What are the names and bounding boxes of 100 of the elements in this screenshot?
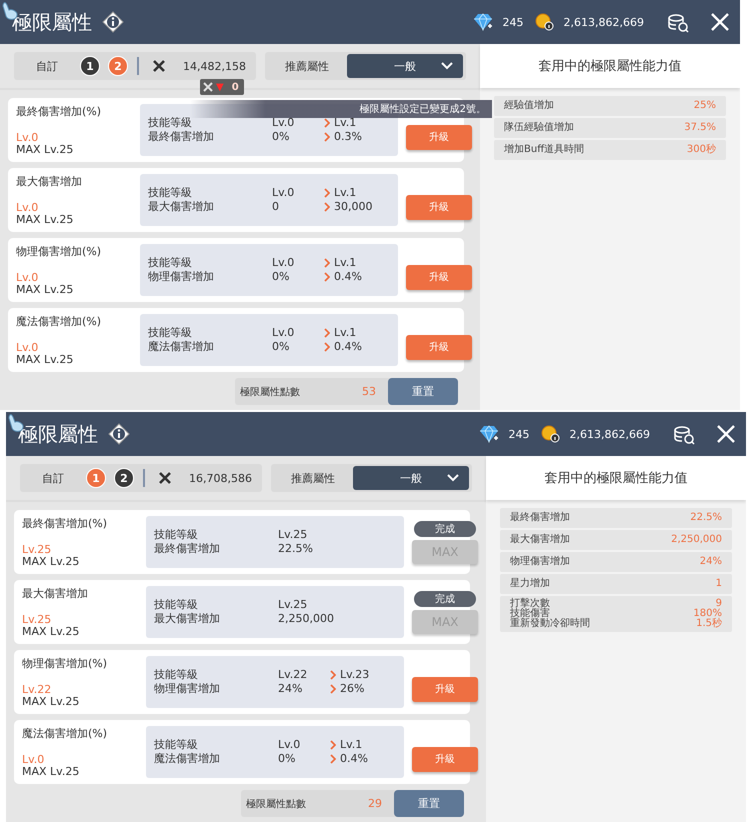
coin-icon <box>534 13 554 31</box>
chevron-down-icon <box>441 62 453 70</box>
gem-count: 245 <box>502 16 524 28</box>
change-arrow: ▼ <box>216 82 224 92</box>
stat-name: 魔法傷害增加(%) <box>22 726 108 741</box>
toast-message: 極限屬性設定已變更成2號。 <box>360 102 486 116</box>
summary-label: 打擊次數 <box>510 599 550 609</box>
upgrade-button[interactable]: 升級 <box>412 676 478 702</box>
summary-value: 9 <box>716 599 722 609</box>
next-value: 0.3% <box>334 130 362 144</box>
next-value: Lv.1 <box>334 116 356 130</box>
cost-value: 14,482,158 <box>183 60 246 72</box>
current-value: 0% <box>272 130 290 144</box>
upgrade-button[interactable]: 升級 <box>406 334 472 360</box>
detail-label: 物理傷害增加 <box>154 682 221 696</box>
current-value: 0% <box>272 270 290 284</box>
stat-max-level: MAX Lv.25 <box>22 766 80 778</box>
next-value: 0.4% <box>340 752 368 766</box>
detail-label: 技能等級 <box>154 528 199 542</box>
stat-max-level: MAX Lv.25 <box>16 284 74 296</box>
coin-icon <box>540 425 560 443</box>
detail-label: 技能等級 <box>154 668 199 682</box>
status-badge: 完成 <box>414 520 476 536</box>
stat-max-level: MAX Lv.25 <box>22 556 80 568</box>
current-value: 0% <box>272 340 290 354</box>
change-value: 0 <box>232 82 239 92</box>
summary-value: 24% <box>700 555 722 569</box>
current-value: Lv.25 <box>278 528 308 542</box>
next-value: Lv.23 <box>340 668 370 682</box>
stat-level: Lv.22 <box>22 684 52 696</box>
summary-value: 300秒 <box>686 143 716 157</box>
summary-label: 技能傷害 <box>510 609 550 619</box>
stat-max-level: MAX Lv.25 <box>16 354 74 366</box>
reset-button[interactable]: 重置 <box>388 378 458 405</box>
summary-value: 180% <box>693 609 722 619</box>
summary-label: 星力增加 <box>510 577 550 591</box>
diamond-icon <box>478 425 499 443</box>
stat-level: Lv.0 <box>16 342 40 354</box>
info-icon <box>108 423 130 445</box>
current-value: Lv.0 <box>272 326 296 340</box>
summary-value: 2,250,000 <box>671 533 722 547</box>
detail-label: 技能等級 <box>148 186 193 200</box>
upgrade-button[interactable]: 升級 <box>406 124 472 150</box>
summary-value: 37.5% <box>684 121 716 135</box>
recommend-label: 推薦屬性 <box>291 470 335 486</box>
recommend-dropdown[interactable]: 一般 <box>353 466 469 490</box>
detail-label: 技能等級 <box>154 598 199 612</box>
summary-value: 25% <box>694 99 716 113</box>
current-value: Lv.0 <box>272 256 296 270</box>
detail-label: 技能等級 <box>148 116 193 130</box>
summary-label: 最大傷害增加 <box>510 533 570 547</box>
summary-value: 1 <box>716 577 722 591</box>
preset-tab[interactable]: 1 <box>80 56 100 76</box>
next-value: 26% <box>340 682 364 696</box>
current-value: 0 <box>272 200 280 214</box>
recommend-dropdown[interactable]: 一般 <box>347 54 463 78</box>
upgrade-button[interactable]: 升級 <box>412 746 478 772</box>
current-value: Lv.0 <box>278 738 302 752</box>
detail-label: 技能等級 <box>148 256 193 270</box>
detail-label: 魔法傷害增加 <box>154 752 221 766</box>
upgrade-button[interactable]: 升級 <box>406 264 472 290</box>
recommend-label: 推薦屬性 <box>285 58 329 74</box>
summary-title: 套用中的極限屬性能力值 <box>544 470 688 487</box>
preset-tab[interactable]: 2 <box>114 468 134 488</box>
preset-label: 自訂 <box>36 58 58 74</box>
close-icon[interactable] <box>710 12 730 32</box>
summary-label: 最終傷害增加 <box>510 511 570 525</box>
points-value: 53 <box>362 385 376 398</box>
detail-label: 最終傷害增加 <box>148 130 215 144</box>
current-value: Lv.0 <box>272 116 296 130</box>
next-value: 0.4% <box>334 270 362 284</box>
points-label: 極限屬性點數 <box>240 386 300 398</box>
detail-label: 最終傷害增加 <box>154 542 221 556</box>
summary-title: 套用中的極限屬性能力值 <box>538 58 682 75</box>
detail-label: 技能等級 <box>154 738 199 752</box>
summary-label: 經驗值增加 <box>504 99 554 113</box>
stat-max-level: MAX Lv.25 <box>22 626 80 638</box>
stat-level: Lv.25 <box>22 544 52 556</box>
stat-level: Lv.0 <box>16 272 40 284</box>
next-value: 30,000 <box>334 200 372 214</box>
detail-label: 技能等級 <box>148 326 193 340</box>
chevron-down-icon <box>447 474 459 482</box>
current-value: 24% <box>278 682 304 696</box>
current-value: 22.5% <box>278 542 314 556</box>
stat-level: Lv.0 <box>16 132 40 144</box>
stat-name: 物理傷害增加(%) <box>22 656 108 671</box>
summary-value: 22.5% <box>690 511 722 525</box>
stat-level: Lv.0 <box>22 754 46 766</box>
current-value: 0% <box>278 752 296 766</box>
detail-label: 物理傷害增加 <box>148 270 215 284</box>
upgrade-button[interactable]: 升級 <box>406 194 472 220</box>
stat-level: Lv.0 <box>16 202 40 214</box>
stat-name: 最終傷害增加(%) <box>22 516 108 531</box>
close-icon[interactable] <box>716 424 736 444</box>
summary-value: 1.5秒 <box>696 619 722 629</box>
preset-tab[interactable]: 1 <box>86 468 106 488</box>
reset-button[interactable]: 重置 <box>394 790 464 817</box>
detail-label: 最大傷害增加 <box>154 612 221 626</box>
preset-tab[interactable]: 2 <box>108 56 128 76</box>
next-value: Lv.1 <box>334 326 356 340</box>
